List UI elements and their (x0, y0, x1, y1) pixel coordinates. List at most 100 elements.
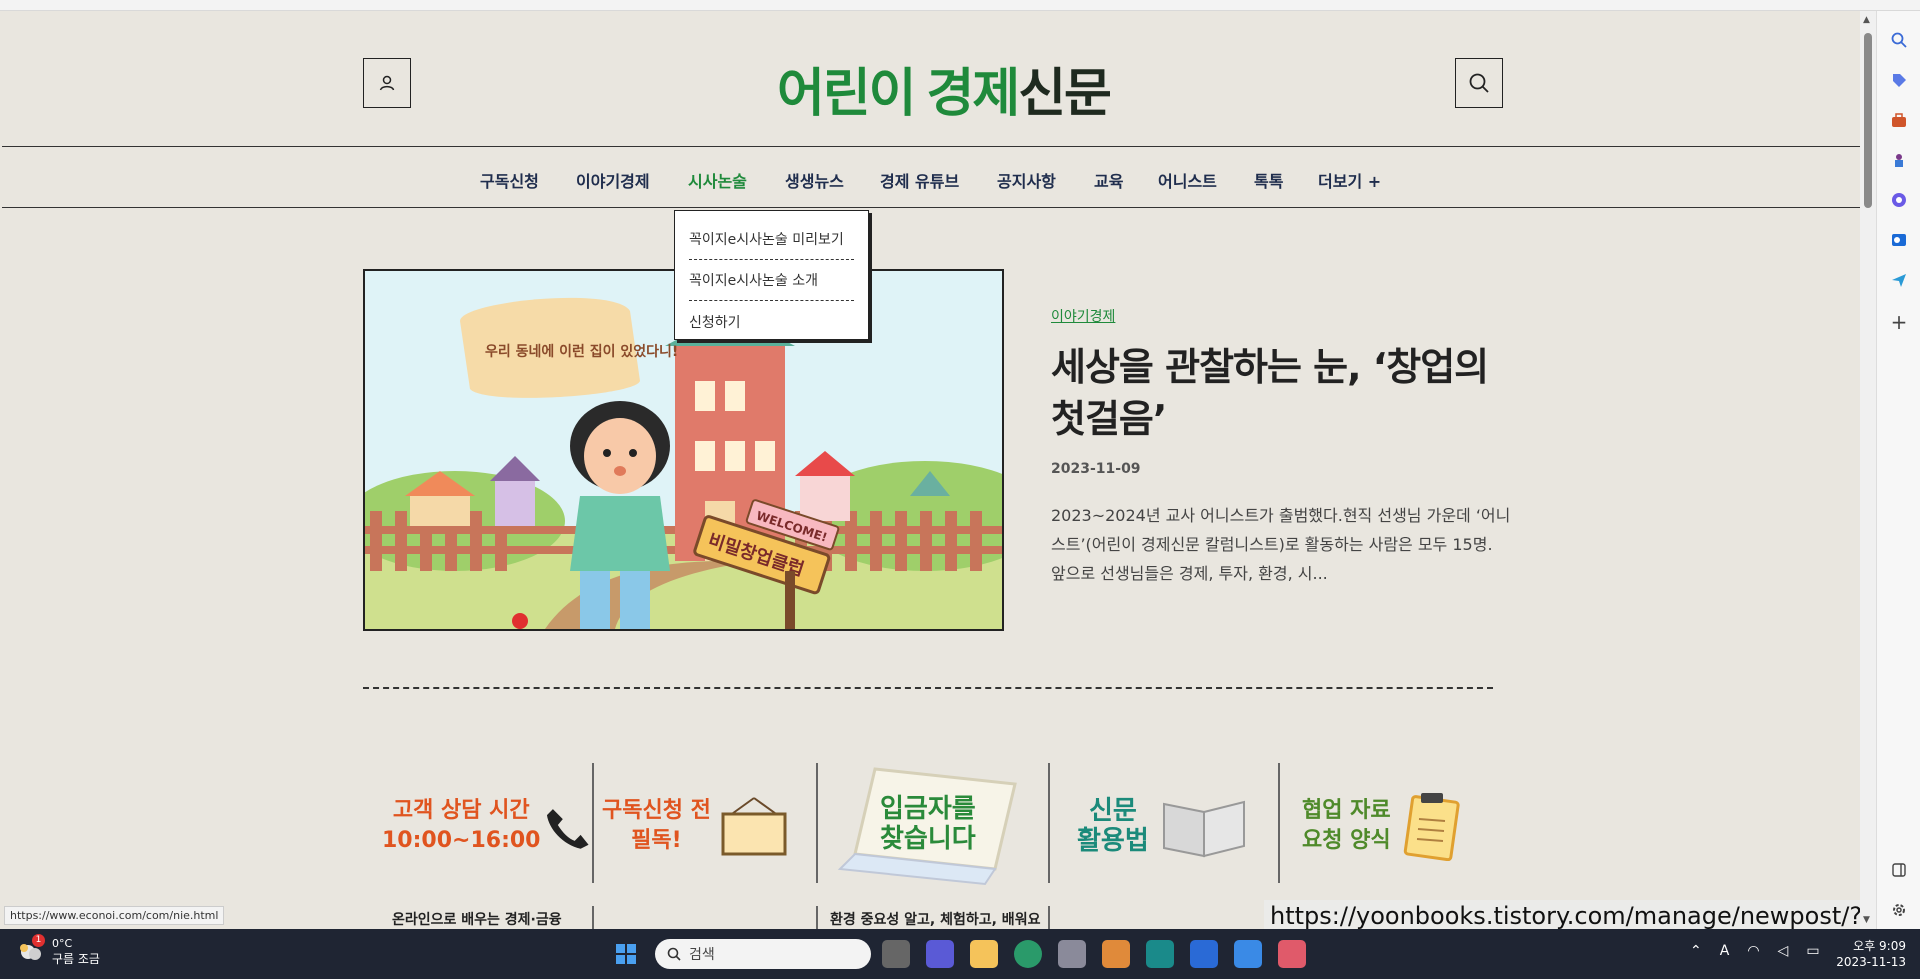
banner-newspaper-usage[interactable]: 신문 활용법 (1077, 761, 1277, 891)
banner-separator (816, 906, 818, 929)
taskbar-search-placeholder: 검색 (689, 947, 715, 963)
banner-separator (1048, 763, 1050, 883)
dropdown-item-intro[interactable]: 꼭이지e시사논술 소개 (689, 260, 854, 301)
banner-separator (592, 906, 594, 929)
scroll-thumb[interactable] (1864, 33, 1872, 208)
notice-board-icon (721, 797, 787, 856)
system-tray: ⌃ A ◠ ◁ ▭ (1690, 943, 1820, 959)
banner-consult-line1: 고객 상담 시간 (392, 798, 530, 823)
banner-find-depositor[interactable]: 입금자를 찾습니다 (830, 761, 1030, 891)
nav-education[interactable]: 교육 (1094, 168, 1123, 192)
clock-time: 오후 9:09 (1853, 939, 1906, 953)
sidebar-toolbox-icon[interactable] (1888, 109, 1910, 131)
nav-economy-youtube[interactable]: 경제 유튜브 (880, 168, 959, 192)
weather-desc: 구름 조금 (52, 952, 100, 966)
banner-collab-line2: 요청 양식 (1302, 828, 1391, 853)
sidebar-send-icon[interactable] (1888, 269, 1910, 291)
banner-separator (592, 763, 594, 883)
nav-toktok[interactable]: 톡톡 (1254, 168, 1283, 192)
logo-part-1: 어린이 (777, 64, 917, 124)
feature-date: 2023-11-09 (1051, 461, 1141, 477)
taskbar-snipping-icon[interactable] (1278, 940, 1306, 968)
nav-current-affairs[interactable]: 시사논술 (688, 168, 747, 192)
taskbar-search-icon (667, 947, 681, 961)
banner-subscribe-notice[interactable]: 구독신청 전 필독! (602, 761, 812, 891)
banner-consult-line2: 10:00~16:00 (382, 828, 541, 853)
tray-wifi-icon[interactable]: ◠ (1747, 943, 1759, 959)
browser-tab-strip (0, 0, 1920, 11)
user-button[interactable] (363, 58, 411, 108)
banner-consult-hours[interactable]: 고객 상담 시간 10:00~16:00 (382, 761, 592, 891)
windows-taskbar: 1 0°C 구름 조금 검색 ⌃ A ◠ ◁ ▭ 오후 9:09 2023-11… (0, 929, 1920, 979)
sidebar-search-icon[interactable] (1888, 29, 1910, 51)
clock-date: 2023-11-13 (1836, 955, 1906, 969)
page-viewport: 어린이 경제 신문 구독신청 이야기경제 시사논술 생생뉴스 경제 유튜브 공지… (2, 11, 1860, 929)
nav-eonist[interactable]: 어니스트 (1158, 168, 1217, 192)
nav-story-economy[interactable]: 이야기경제 (576, 168, 650, 192)
sidebar-tag-icon[interactable] (1888, 69, 1910, 91)
sidebar-add-icon[interactable]: + (1888, 310, 1910, 334)
banner-usage-line2: 활용법 (1077, 826, 1149, 856)
site-logo[interactable]: 어린이 경제 신문 (777, 51, 1112, 131)
weather-badge: 1 (32, 934, 45, 947)
search-button[interactable] (1455, 58, 1503, 108)
tray-chevron-up-icon[interactable]: ⌃ (1690, 943, 1702, 959)
sidebar-settings-icon[interactable] (1888, 899, 1910, 921)
taskbar-notepad-icon[interactable] (1234, 940, 1262, 968)
taskbar-settings-icon[interactable] (1058, 940, 1086, 968)
section-divider (363, 687, 1493, 689)
weather-widget[interactable]: 1 0°C 구름 조금 (16, 934, 100, 967)
page-scrollbar[interactable]: ▲ ▼ (1860, 11, 1876, 929)
banner-collab-line1: 협업 자료 (1302, 798, 1391, 823)
feature-title[interactable]: 세상을 관찰하는 눈, ‘창업의 첫걸음’ (1051, 341, 1521, 445)
weather-cloud-icon: 1 (16, 934, 45, 966)
tray-volume-icon[interactable]: ◁ (1778, 943, 1789, 959)
nav-notice[interactable]: 공지사항 (997, 168, 1056, 192)
newspaper-icon (1162, 800, 1245, 857)
banner-separator (1278, 763, 1280, 883)
sidebar-copilot-icon[interactable] (1888, 189, 1910, 211)
lower-item-online-finance[interactable]: 온라인으로 배우는 경제·금융 (392, 909, 562, 929)
sidebar-outlook-icon[interactable] (1888, 229, 1910, 251)
taskbar-app-icon[interactable] (1146, 940, 1174, 968)
taskbar-teams-icon[interactable] (926, 940, 954, 968)
feature-category-link[interactable]: 이야기경제 (1051, 306, 1115, 326)
banner-subscribe-line2: 필독! (631, 828, 682, 853)
windows-logo-icon (616, 944, 636, 964)
search-icon (1469, 73, 1489, 93)
logo-part-2: 경제 (926, 64, 1021, 124)
weather-temp: 0°C (52, 937, 73, 950)
taskbar-media-icon[interactable] (1102, 940, 1130, 968)
taskbar-search[interactable]: 검색 (655, 939, 871, 969)
logo-part-3: 신문 (1018, 64, 1112, 124)
dropdown-item-apply[interactable]: 신청하기 (689, 301, 854, 342)
user-icon (379, 75, 395, 91)
dropdown-item-preview[interactable]: 꼭이지e시사논술 미리보기 (689, 219, 854, 260)
taskbar-file-explorer-icon[interactable] (970, 940, 998, 968)
clipboard-icon (1403, 793, 1460, 861)
tray-battery-icon[interactable]: ▭ (1806, 943, 1819, 959)
status-bar-url: https://www.econoi.com/com/nie.html (4, 906, 225, 925)
banner-separator (816, 763, 818, 883)
taskbar-clock[interactable]: 오후 9:09 2023-11-13 (1836, 938, 1906, 970)
nav-live-news[interactable]: 생생뉴스 (785, 168, 844, 192)
feature-excerpt: 2023~2024년 교사 어니스트가 출범했다.현직 선생님 가운데 ‘어니스… (1051, 506, 1511, 583)
banner-separator (1048, 906, 1050, 929)
lower-item-environment[interactable]: 환경 중요성 알고, 체험하고, 배워요 (830, 909, 1040, 929)
banner-collab-form[interactable]: 협업 자료 요청 양식 (1302, 761, 1482, 891)
nav-subscribe[interactable]: 구독신청 (480, 168, 539, 192)
banner-subscribe-line1: 구독신청 전 (602, 798, 711, 823)
taskbar-document-icon[interactable] (1190, 940, 1218, 968)
url-tooltip: https://yoonbooks.tistory.com/manage/new… (1264, 900, 1920, 932)
sidebar-split-screen-icon[interactable] (1888, 859, 1910, 881)
main-nav: 구독신청 이야기경제 시사논술 생생뉴스 경제 유튜브 공지사항 교육 어니스트… (2, 148, 1860, 208)
tray-ime-icon[interactable]: A (1720, 943, 1730, 959)
taskbar-edge-icon[interactable] (1014, 940, 1042, 968)
scroll-down-arrow-icon[interactable]: ▼ (1863, 915, 1870, 925)
start-button[interactable] (612, 940, 640, 968)
scroll-up-arrow-icon[interactable]: ▲ (1863, 15, 1870, 25)
nav-more[interactable]: 더보기 + (1318, 168, 1381, 192)
sidebar-games-icon[interactable] (1888, 149, 1910, 171)
taskbar-task-view-icon[interactable] (882, 940, 910, 968)
feature-speech-text: 우리 동네에 이런 집이 있었다니! (485, 343, 678, 360)
